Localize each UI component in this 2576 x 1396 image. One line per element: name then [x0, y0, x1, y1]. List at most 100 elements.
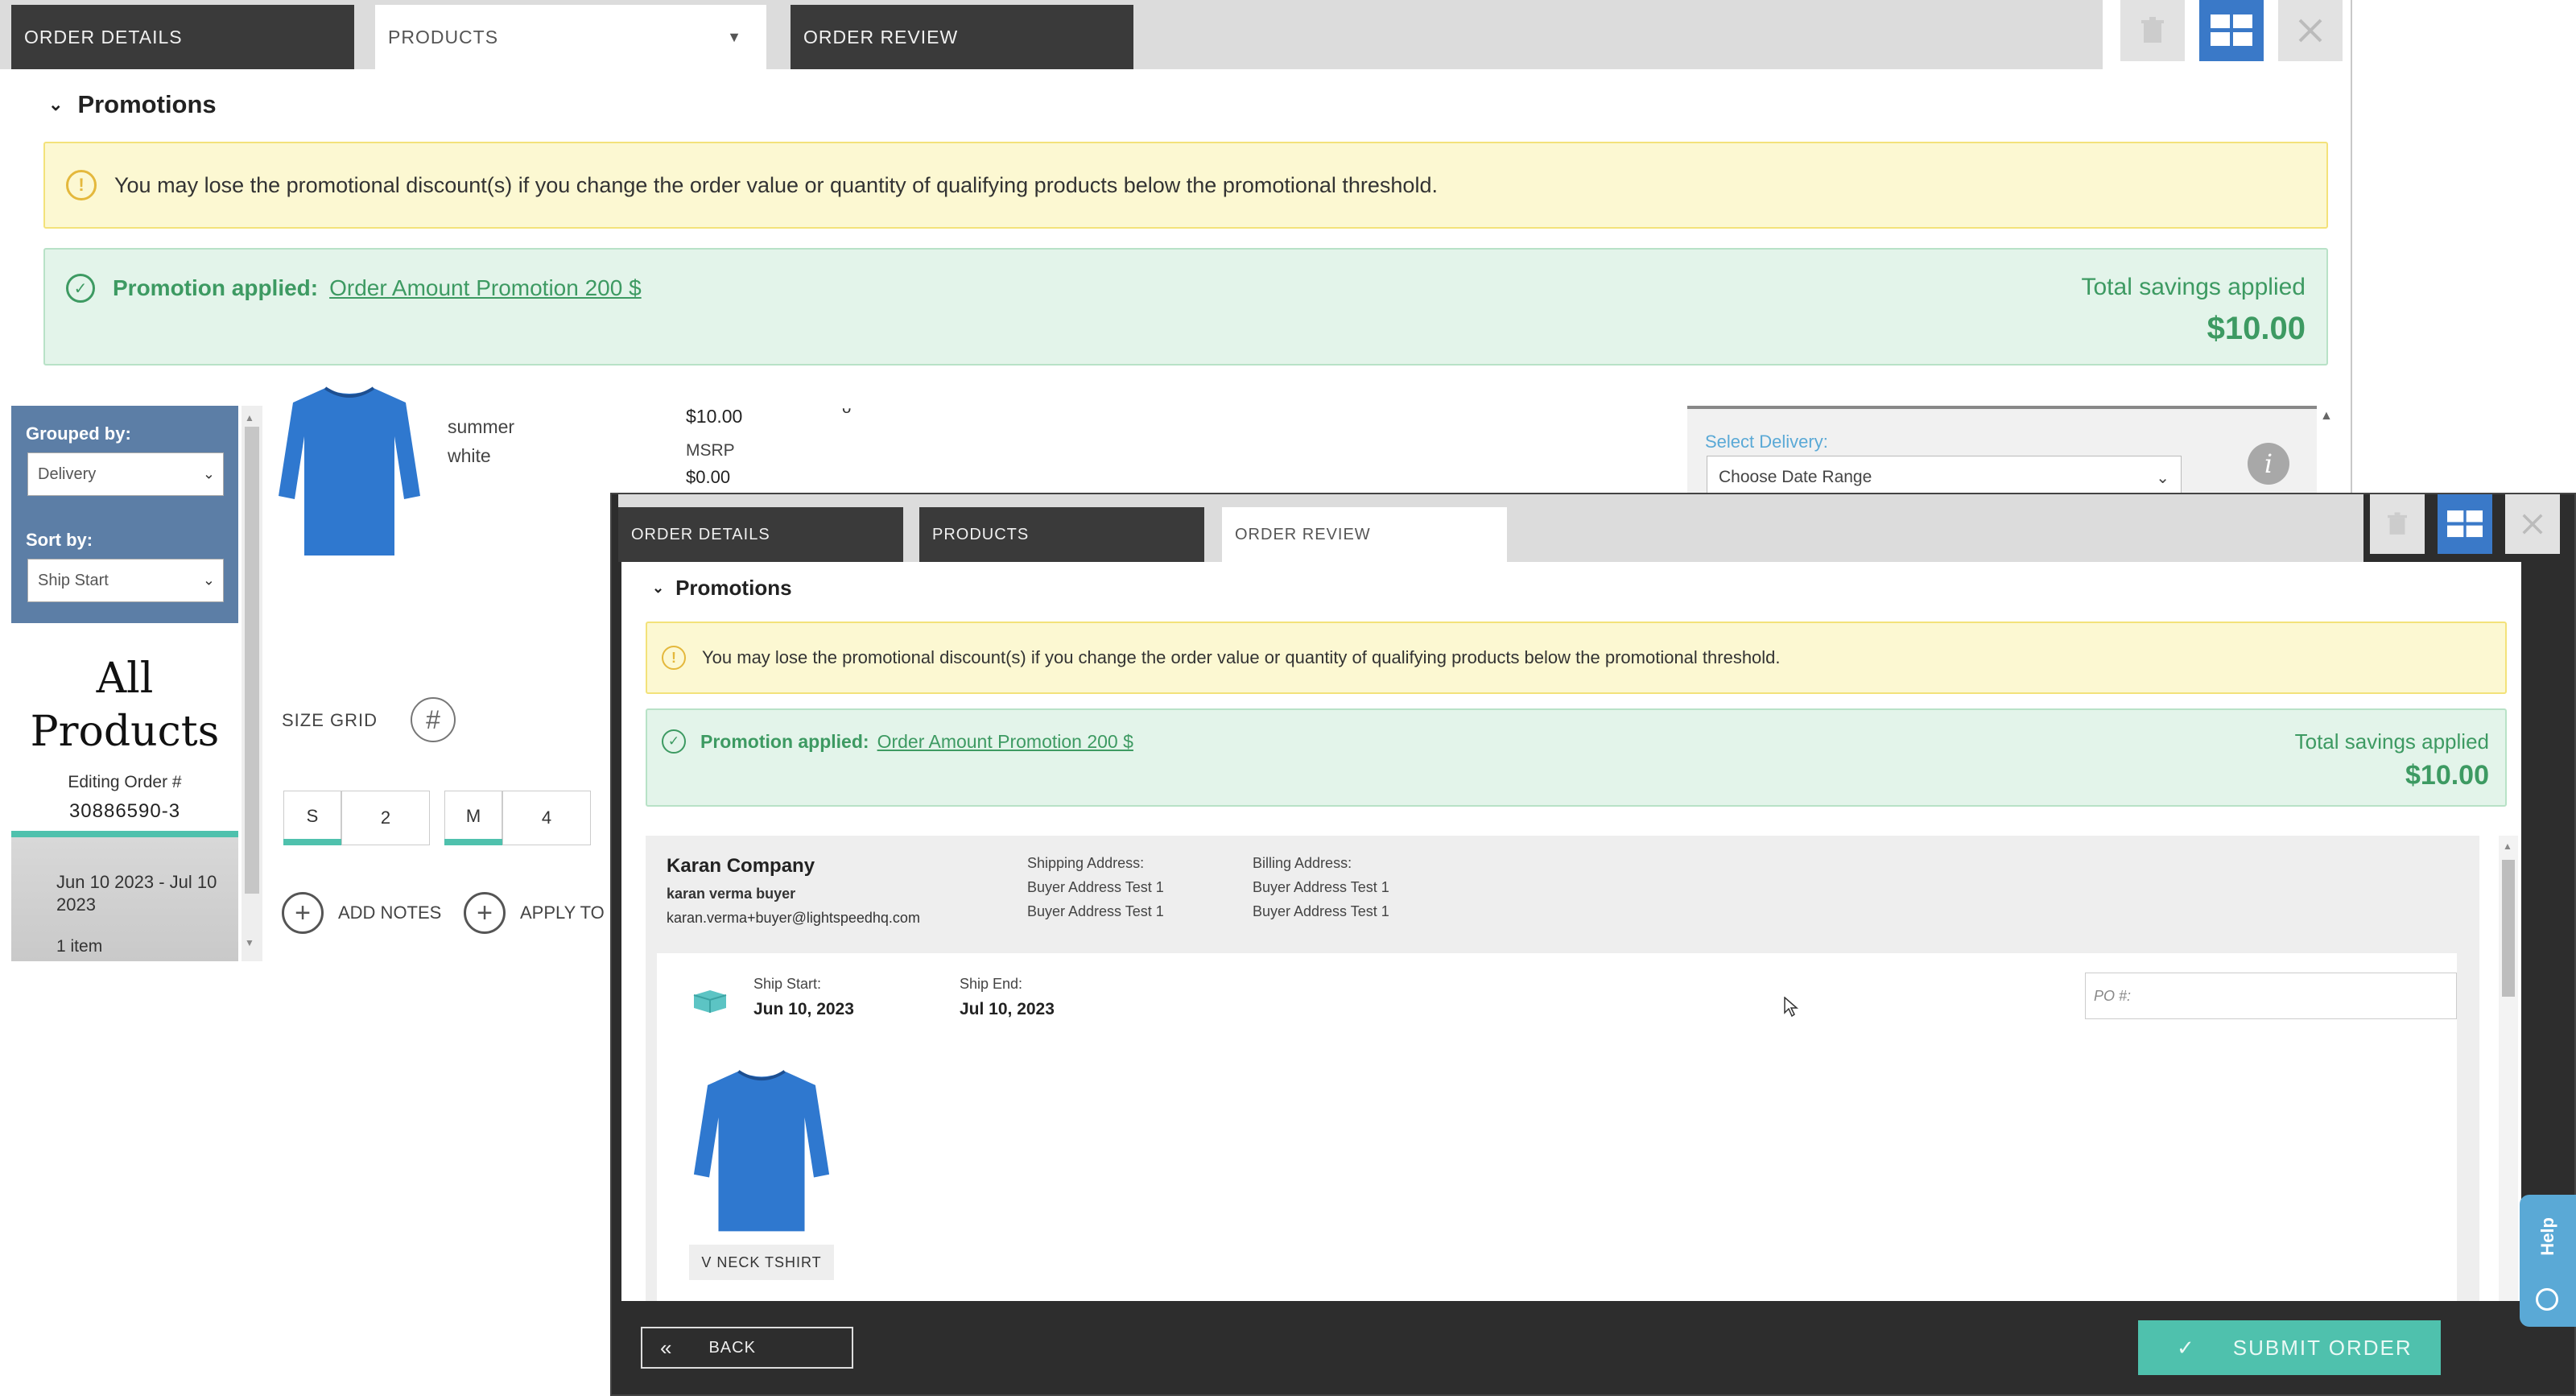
- tab-products[interactable]: PRODUCTS: [919, 507, 1204, 562]
- promotion-warning: ! You may lose the promotional discount(…: [43, 142, 2328, 229]
- submit-label: SUBMIT ORDER: [2232, 1335, 2413, 1360]
- back-button[interactable]: « BACK: [641, 1327, 853, 1369]
- submit-order-button[interactable]: ✓ SUBMIT ORDER: [2138, 1320, 2441, 1375]
- promotion-warning: ! You may lose the promotional discount(…: [646, 622, 2507, 694]
- warning-text: You may lose the promotional discount(s)…: [702, 647, 1781, 667]
- promotions-heading: Promotions: [675, 575, 792, 600]
- sidebar-scrollbar[interactable]: ▲ ▼: [242, 406, 262, 961]
- buyer-name: karan verma buyer: [667, 886, 796, 902]
- savings-amount: $10.00: [2405, 760, 2489, 791]
- promotions-toggle[interactable]: ⌄ Promotions: [48, 87, 217, 122]
- input-placeholder: PO #:: [2094, 987, 2132, 1004]
- tab-label: PRODUCTS: [388, 26, 499, 47]
- order-summary-card: Karan Company karan verma buyer karan.ve…: [646, 836, 2479, 1301]
- apply-to-button[interactable]: + APPLY TO: [464, 892, 605, 934]
- size-grid-icon[interactable]: #: [411, 697, 456, 742]
- shipping-address-label: Shipping Address:: [1027, 855, 1145, 871]
- msrp-value: $0.00: [686, 467, 731, 487]
- size-label-m: M: [444, 791, 502, 842]
- msrp-label: MSRP: [686, 441, 735, 460]
- quantity-input-m[interactable]: 4: [502, 791, 591, 845]
- back-label: BACK: [708, 1338, 756, 1357]
- all-products-panel: All Products Editing Order # 30886590-3: [11, 623, 238, 836]
- scroll-up-icon[interactable]: ▲: [2320, 409, 2333, 423]
- billing-address-line: Buyer Address Test 1: [1253, 879, 1389, 895]
- promotions-toggle[interactable]: ⌄ Promotions: [652, 572, 792, 604]
- size-underline: [444, 839, 502, 845]
- grouped-by-select[interactable]: Delivery ⌄: [27, 452, 224, 496]
- ship-end-value: Jul 10, 2023: [960, 1000, 1055, 1018]
- select-delivery-label: Select Delivery:: [1705, 432, 1828, 452]
- warning-icon: !: [66, 170, 97, 200]
- savings-label: Total savings applied: [2294, 729, 2489, 754]
- tab-order-review[interactable]: ORDER REVIEW: [791, 5, 1133, 69]
- help-label: Help: [2537, 1217, 2557, 1256]
- scrollbar-thumb[interactable]: [2502, 860, 2515, 997]
- scroll-down-icon: ▼: [245, 937, 254, 948]
- chevron-down-icon: ⌄: [48, 94, 64, 114]
- content-scrollbar[interactable]: ▲: [2499, 836, 2518, 1301]
- select-placeholder: Choose Date Range: [1719, 468, 1872, 486]
- trash-icon[interactable]: [2120, 0, 2185, 61]
- savings-label: Total savings applied: [2081, 274, 2306, 300]
- grid-view-icon[interactable]: [2199, 0, 2264, 61]
- check-circle-icon: ✓: [66, 274, 95, 303]
- loading-spinner-icon: ᵕ: [842, 398, 852, 424]
- tab-order-details[interactable]: ORDER DETAILS: [11, 5, 354, 69]
- order-review-window: ORDER DETAILS PRODUCTS ORDER REVIEW ⌄ Pr…: [610, 493, 2576, 1396]
- promotion-link[interactable]: Order Amount Promotion 200 $: [877, 731, 1133, 753]
- shipment-section: Ship Start: Jun 10, 2023 Ship End: Jul 1…: [646, 945, 2479, 1301]
- shipping-address-line: Buyer Address Test 1: [1027, 879, 1164, 895]
- quantity-value: 4: [541, 807, 552, 828]
- select-value: Delivery: [38, 465, 97, 483]
- po-number-input[interactable]: PO #:: [2085, 973, 2457, 1019]
- billing-address-label: Billing Address:: [1253, 855, 1352, 871]
- select-value: Ship Start: [38, 571, 109, 589]
- close-icon[interactable]: [2505, 494, 2560, 554]
- promotion-applied-box: ✓ Promotion applied: Order Amount Promot…: [43, 248, 2328, 366]
- product-name: summer: [448, 416, 515, 437]
- chevron-down-icon: ⌄: [202, 572, 215, 589]
- plus-icon: +: [464, 892, 506, 934]
- check-icon: ✓: [2177, 1335, 2196, 1360]
- package-icon: [692, 989, 728, 1013]
- ship-end-label: Ship End:: [960, 976, 1023, 992]
- scrollbar-thumb[interactable]: [245, 427, 259, 894]
- tab-order-review[interactable]: ORDER REVIEW: [1222, 507, 1507, 562]
- chevron-down-icon: ⌄: [652, 579, 665, 596]
- help-tab[interactable]: Help: [2520, 1195, 2576, 1327]
- grouped-by-label: Grouped by:: [26, 423, 131, 444]
- promotion-link[interactable]: Order Amount Promotion 200 $: [329, 275, 642, 301]
- order-number: 30886590-3: [68, 800, 181, 822]
- delivery-group-item[interactable]: Jun 10 2023 - Jul 10 2023 1 item: [11, 837, 238, 961]
- trash-icon[interactable]: [2370, 494, 2425, 554]
- footer-bar: « BACK ✓ SUBMIT ORDER: [612, 1301, 2574, 1394]
- quantity-input-s[interactable]: 2: [341, 791, 430, 845]
- sort-by-select[interactable]: Ship Start ⌄: [27, 559, 224, 602]
- product-price: $10.00: [686, 406, 743, 427]
- savings-amount: $10.00: [2207, 311, 2306, 346]
- company-name: Karan Company: [667, 855, 815, 877]
- tab-order-details[interactable]: ORDER DETAILS: [618, 507, 903, 562]
- mouse-cursor-icon: [1784, 996, 1799, 1022]
- chevron-down-icon: ▼: [727, 29, 742, 45]
- size-label: M: [465, 806, 481, 826]
- info-icon[interactable]: i: [2248, 443, 2289, 485]
- tab-products[interactable]: PRODUCTS ▼: [375, 5, 766, 69]
- filter-panel: Grouped by: Delivery ⌄ Sort by: Ship Sta…: [11, 406, 238, 623]
- billing-address-line: Buyer Address Test 1: [1253, 903, 1389, 919]
- add-notes-button[interactable]: + ADD NOTES: [282, 892, 441, 934]
- quantity-value: 2: [380, 807, 391, 828]
- scroll-up-icon: ▲: [245, 412, 254, 423]
- warning-icon: !: [662, 646, 686, 670]
- warning-text: You may lose the promotional discount(s)…: [114, 172, 1438, 197]
- buyer-email: karan.verma+buyer@lightspeedhq.com: [667, 910, 920, 926]
- all-products-title: All: [96, 655, 154, 703]
- grid-view-icon[interactable]: [2438, 494, 2492, 554]
- close-icon[interactable]: [2278, 0, 2343, 61]
- all-products-title: Products: [30, 708, 220, 756]
- shipping-address-line: Buyer Address Test 1: [1027, 903, 1164, 919]
- tab-label: ORDER DETAILS: [24, 26, 183, 47]
- tab-label: ORDER DETAILS: [631, 525, 770, 543]
- tab-label: ORDER REVIEW: [1235, 525, 1371, 543]
